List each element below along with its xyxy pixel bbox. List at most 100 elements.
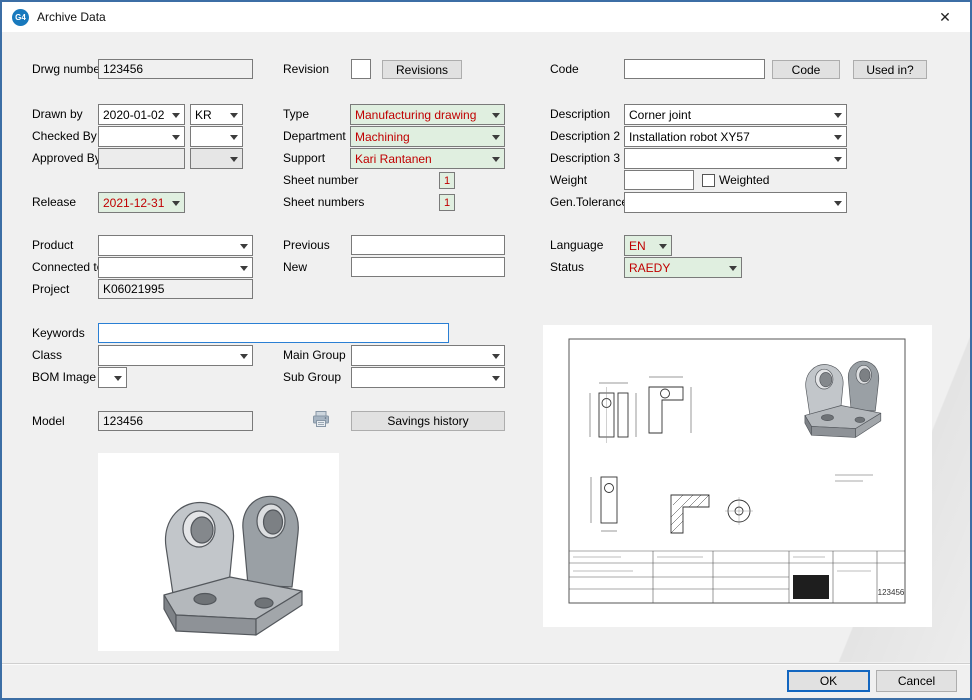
approved-by-label: Approved By [32,148,101,169]
description-label: Description [550,104,610,125]
footer-divider [2,663,970,665]
gen-tolerances-combo[interactable] [624,192,847,213]
connected-to-label: Connected to [32,257,103,278]
chevron-down-icon [488,127,504,146]
keywords-label: Keywords [32,323,85,344]
savings-history-button[interactable]: Savings history [351,411,505,431]
description2-combo[interactable]: Installation robot XY57 [624,126,847,147]
chevron-down-icon [168,105,184,124]
printer-icon [311,409,331,429]
department-combo[interactable]: Machining [350,126,505,147]
close-icon[interactable]: ✕ [930,2,960,32]
type-label: Type [283,104,309,125]
description2-label: Description 2 [550,126,620,147]
description3-label: Description 3 [550,148,620,169]
checked-by-label: Checked By [32,126,97,147]
weight-field[interactable] [624,170,694,190]
used-in-button[interactable]: Used in? [853,60,927,79]
chevron-down-icon [725,258,741,277]
chevron-down-icon [236,236,252,255]
ok-button[interactable]: OK [787,670,870,692]
sub-group-combo[interactable] [351,367,505,388]
language-label: Language [550,235,603,256]
main-group-combo[interactable] [351,345,505,366]
project-field[interactable] [98,279,253,299]
chevron-down-icon [830,105,846,124]
chevron-down-icon [226,127,242,146]
title-block-thumbnail [793,575,829,599]
code-label: Code [550,59,579,80]
drawing-number: 123456 [878,588,905,597]
new-field[interactable] [351,257,505,277]
description3-combo[interactable] [624,148,847,169]
archive-data-dialog: G4 Archive Data ✕ Drwg number Revision R… [0,0,972,700]
chevron-down-icon [110,368,126,387]
status-label: Status [550,257,584,278]
title-bar: G4 Archive Data ✕ [2,2,970,32]
chevron-down-icon [236,346,252,365]
sheet-number-label: Sheet number [283,170,358,191]
main-group-label: Main Group [283,345,346,366]
product-label: Product [32,235,73,256]
bom-image-label: BOM Image [32,367,96,388]
status-combo[interactable]: RAEDY [624,257,742,278]
chevron-down-icon [830,127,846,146]
technical-drawing: 123456 [543,325,932,627]
weighted-label: Weighted [719,170,769,191]
revisions-button[interactable]: Revisions [382,60,462,79]
code-field[interactable] [624,59,765,79]
weight-label: Weight [550,170,587,191]
release-combo[interactable]: 2021-12-31 [98,192,185,213]
chevron-down-icon [488,149,504,168]
previous-label: Previous [283,235,330,256]
chevron-down-icon [226,105,242,124]
chevron-down-icon [488,105,504,124]
revision-label: Revision [283,59,329,80]
product-combo[interactable] [98,235,253,256]
approved-by-initials-combo[interactable] [190,148,243,169]
checked-by-initials-combo[interactable] [190,126,243,147]
corner-joint-3d-model [98,453,339,651]
department-label: Department [283,126,346,147]
class-combo[interactable] [98,345,253,366]
sheet-numbers-field[interactable]: 1 [439,194,455,211]
drawn-by-date-combo[interactable]: 2020-01-02 [98,104,185,125]
print-button[interactable] [311,409,331,432]
weighted-checkbox[interactable] [702,174,715,187]
connected-to-combo[interactable] [98,257,253,278]
description-combo[interactable]: Corner joint [624,104,847,125]
model-label: Model [32,411,65,432]
chevron-down-icon [830,149,846,168]
model-preview-image [98,453,339,651]
chevron-down-icon [488,368,504,387]
approved-by-date-field[interactable] [98,148,185,169]
app-icon: G4 [12,9,29,26]
model-field[interactable] [98,411,253,431]
drawn-by-label: Drawn by [32,104,83,125]
gen-tolerances-label: Gen.Tolerances [550,192,634,213]
drawn-by-initials-combo[interactable]: KR [190,104,243,125]
revision-field[interactable] [351,59,371,79]
chevron-down-icon [488,346,504,365]
support-combo[interactable]: Kari Rantanen [350,148,505,169]
project-label: Project [32,279,69,300]
drawing-preview-image: 123456 [543,325,932,627]
drwg-number-field[interactable] [98,59,253,79]
sheet-number-field[interactable]: 1 [439,172,455,189]
previous-field[interactable] [351,235,505,255]
window-title: Archive Data [37,10,106,24]
chevron-down-icon [226,149,242,168]
chevron-down-icon [168,127,184,146]
language-combo[interactable]: EN [624,235,672,256]
code-button[interactable]: Code [772,60,840,79]
release-label: Release [32,192,76,213]
sheet-numbers-label: Sheet numbers [283,192,364,213]
keywords-input[interactable] [98,323,449,343]
sub-group-label: Sub Group [283,367,341,388]
type-combo[interactable]: Manufacturing drawing [350,104,505,125]
cancel-button[interactable]: Cancel [876,670,957,692]
checked-by-date-combo[interactable] [98,126,185,147]
chevron-down-icon [168,193,184,212]
drwg-number-label: Drwg number [32,59,104,80]
bom-image-combo[interactable] [98,367,127,388]
